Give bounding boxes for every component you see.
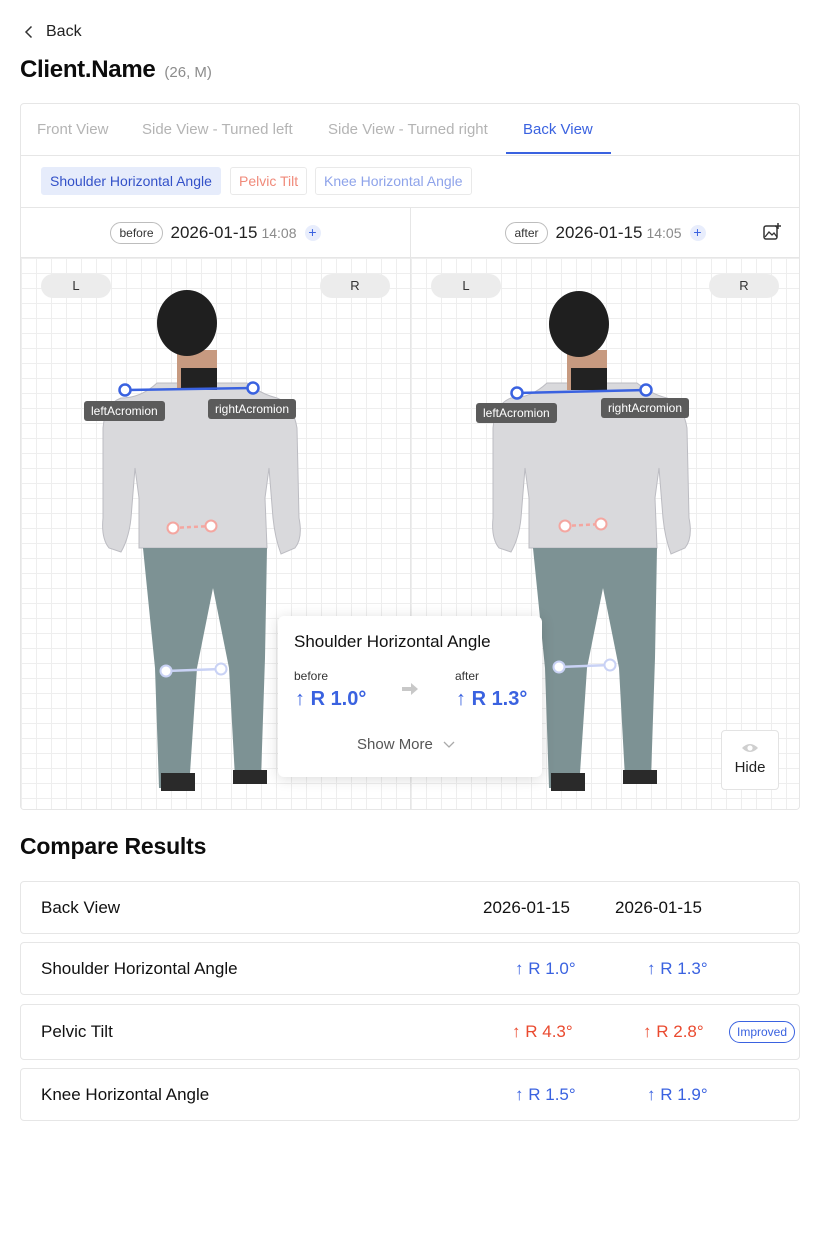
table-row: Knee Horizontal Angle ↑ R 1.5° ↑ R 1.9° — [20, 1068, 800, 1121]
after-value: ↑ R 2.8° — [643, 1022, 704, 1041]
card-before-value-text: R 1.0° — [310, 688, 367, 710]
back-button[interactable]: Back — [22, 21, 82, 43]
card-after-label: after — [455, 669, 480, 683]
before-add-icon[interactable]: + — [304, 224, 321, 241]
after-value-text: R 2.8° — [656, 1022, 704, 1041]
eye-icon — [742, 744, 758, 752]
after-date: 2026-01-15 — [555, 222, 643, 242]
card-after-value: ↑ R 1.3° — [456, 688, 528, 710]
metric-label: Knee Horizontal Angle — [41, 1085, 210, 1104]
results-header-row: Back View 2026-01-15 2026-01-15 — [20, 881, 800, 934]
back-label: Back — [46, 23, 82, 40]
metric-label: Pelvic Tilt — [41, 1022, 113, 1041]
after-tag: after — [505, 221, 548, 244]
right-acromion-label: rightAcromion — [208, 399, 297, 419]
results-view-label: Back View — [41, 898, 121, 917]
active-tab-indicator — [506, 152, 611, 154]
client-header: Client.Name (26, M) — [20, 56, 212, 84]
hide-label: Hide — [734, 759, 766, 776]
before-value-text: R 1.0° — [528, 959, 576, 978]
before-value: ↑ R 1.0° — [515, 959, 576, 978]
show-more-button[interactable]: Show More — [357, 736, 455, 753]
before-value-text: R 1.5° — [528, 1085, 576, 1104]
arrow-right-icon — [402, 683, 418, 695]
tab-back-view[interactable]: Back View — [523, 104, 593, 155]
add-image-icon[interactable] — [762, 222, 782, 242]
client-meta: (26, M) — [164, 64, 212, 81]
results-before-date: 2026-01-15 — [483, 898, 570, 917]
card-before-value: ↑ R 1.0° — [295, 688, 367, 710]
right-acromion-label: rightAcromion — [601, 398, 690, 418]
metric-label: Shoulder Horizontal Angle — [41, 959, 238, 978]
before-date: 2026-01-15 — [170, 222, 258, 242]
results-after-date: 2026-01-15 — [615, 898, 702, 917]
chip-knee-horizontal-angle[interactable]: Knee Horizontal Angle — [315, 167, 472, 195]
after-time: 14:05 — [646, 224, 682, 241]
tab-side-left[interactable]: Side View - Turned left — [142, 104, 293, 155]
after-add-icon[interactable]: + — [689, 224, 706, 241]
view-tabs: Front View Side View - Turned left Side … — [21, 104, 799, 156]
improved-badge: Improved — [729, 1021, 796, 1043]
left-acromion-label: leftAcromion — [84, 401, 165, 421]
angle-summary-card: Shoulder Horizontal Angle before ↑ R 1.0… — [278, 616, 542, 777]
chip-shoulder-horizontal-angle[interactable]: Shoulder Horizontal Angle — [41, 167, 221, 195]
tab-front-view[interactable]: Front View — [37, 104, 108, 155]
card-after-value-text: R 1.3° — [471, 688, 528, 710]
after-value: ↑ R 1.9° — [647, 1085, 708, 1104]
left-acromion-label: leftAcromion — [476, 403, 557, 423]
after-value-text: R 1.9° — [660, 1085, 708, 1104]
show-more-label: Show More — [357, 736, 433, 753]
before-tag: before — [110, 221, 163, 244]
after-value-text: R 1.3° — [660, 959, 708, 978]
card-before-label: before — [294, 669, 329, 683]
hide-button[interactable]: Hide — [721, 730, 779, 790]
client-name: Client.Name — [20, 56, 156, 83]
table-row: Pelvic Tilt ↑ R 4.3° ↑ R 2.8° Improved — [20, 1004, 800, 1060]
before-value: ↑ R 4.3° — [512, 1022, 573, 1041]
chevron-down-icon — [443, 741, 455, 748]
chevron-left-icon — [24, 25, 33, 39]
after-value: ↑ R 1.3° — [647, 959, 708, 978]
before-time: 14:08 — [261, 224, 297, 241]
after-date-bar: after 2026-01-15 14:05 + — [411, 208, 799, 258]
card-title: Shoulder Horizontal Angle — [294, 632, 491, 651]
compare-results-title: Compare Results — [20, 833, 207, 859]
chip-pelvic-tilt[interactable]: Pelvic Tilt — [230, 167, 308, 195]
before-value-text: R 4.3° — [525, 1022, 573, 1041]
table-row: Shoulder Horizontal Angle ↑ R 1.0° ↑ R 1… — [20, 942, 800, 995]
metric-chips: Shoulder Horizontal Angle Pelvic Tilt Kn… — [21, 156, 799, 208]
tab-side-right[interactable]: Side View - Turned right — [328, 104, 488, 155]
before-value: ↑ R 1.5° — [515, 1085, 576, 1104]
before-date-bar: before 2026-01-15 14:08 + — [21, 208, 411, 258]
body-silhouette — [102, 290, 301, 791]
